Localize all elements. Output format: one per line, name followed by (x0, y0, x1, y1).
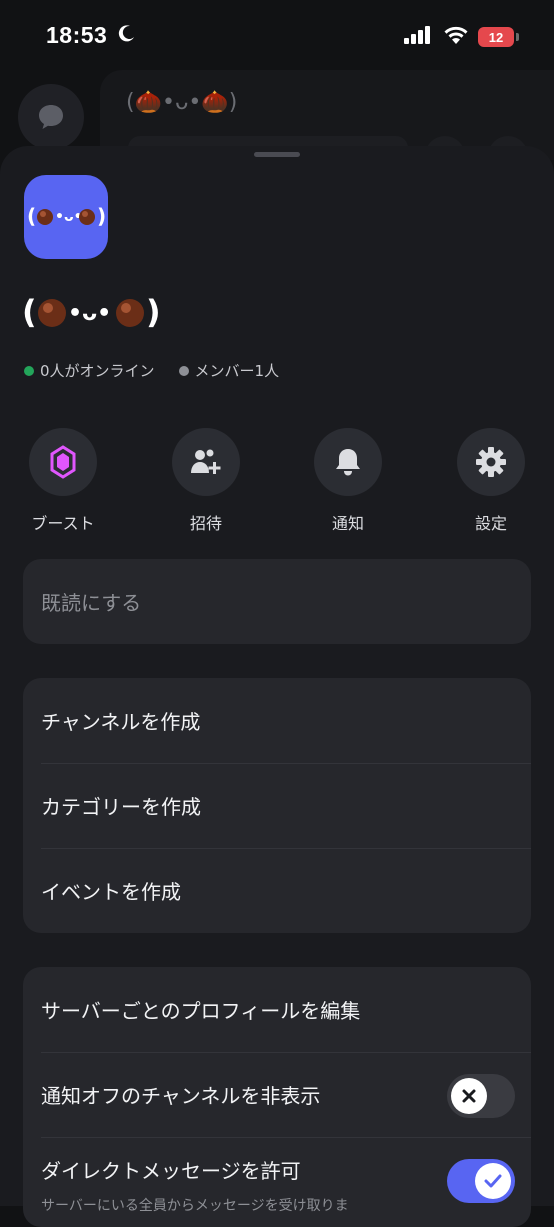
create-channel-item[interactable]: チャンネルを作成 (23, 678, 531, 763)
member-count: メンバー1人 (194, 362, 280, 380)
chat-bubble-icon (39, 105, 63, 129)
boost-circle[interactable] (29, 428, 97, 496)
allow-dm-label: ダイレクトメッセージを許可 (41, 1159, 301, 1183)
quick-actions: ブースト 招待 通知 設定 (0, 428, 554, 538)
online-count: 0人がオンライン (40, 362, 155, 380)
allow-dm-toggle[interactable] (447, 1159, 515, 1203)
moon-icon (118, 25, 134, 42)
server-avatar-logo: ( •ᴗ• ) (27, 204, 105, 228)
server-name: ( •ᴗ• ) (22, 293, 161, 331)
mark-read-card: 既読にする (23, 559, 531, 644)
create-menu-card: チャンネルを作成 カテゴリーを作成 イベントを作成 (23, 678, 531, 933)
svg-text:•ᴗ•: •ᴗ• (55, 209, 83, 225)
allow-dm-description: サーバーにいる全員からメッセージを受け取りま (41, 1198, 349, 1214)
battery-cap (516, 33, 519, 41)
battery-level: 12 (488, 29, 504, 45)
invite-icon (191, 449, 221, 474)
invite-label: 招待 (189, 514, 222, 533)
member-counts: 0人がオンライン メンバー1人 (24, 360, 279, 381)
toggle-knob (475, 1163, 511, 1199)
settings-label: 設定 (474, 514, 507, 533)
settings-circle[interactable] (457, 428, 525, 496)
online-dot (24, 365, 34, 376)
background-server-title: (🌰•ᴗ•🌰) (126, 90, 238, 115)
toggle-knob (451, 1078, 487, 1114)
boost-button[interactable]: ブースト (13, 428, 113, 534)
cellular-signal-icon (404, 26, 430, 44)
server-avatar: ( •ᴗ• ) (24, 175, 108, 259)
hide-muted-toggle[interactable] (447, 1074, 515, 1118)
svg-text:•ᴗ•: •ᴗ• (68, 301, 111, 326)
bell-icon (336, 449, 360, 476)
svg-text:): ) (97, 204, 105, 228)
dm-button (18, 84, 84, 150)
server-menu-sheet: ( •ᴗ• ) ( •ᴗ• ) 0人がオンライン メンバー1人 ブースト (0, 146, 554, 1227)
mark-read-button[interactable]: 既読にする (23, 559, 531, 644)
invite-circle[interactable] (172, 428, 240, 496)
members-dot (178, 365, 189, 376)
check-icon (484, 1174, 502, 1188)
create-event-item[interactable]: イベントを作成 (23, 848, 531, 933)
gear-icon (476, 447, 506, 477)
edit-server-profile-label: サーバーごとのプロフィールを編集 (41, 999, 361, 1023)
battery-indicator: 12 (478, 27, 514, 47)
hide-muted-channels-item[interactable]: 通知オフのチャンネルを非表示 (23, 1052, 531, 1137)
sheet-drag-handle[interactable] (254, 152, 300, 157)
boost-label: ブースト (31, 514, 95, 533)
status-time: 18:53 (46, 22, 108, 48)
allow-dm-item[interactable]: ダイレクトメッセージを許可 サーバーにいる全員からメッセージを受け取りま (23, 1137, 531, 1222)
settings-menu-card: サーバーごとのプロフィールを編集 通知オフのチャンネルを非表示 ダイレクトメッセ… (23, 967, 531, 1227)
invite-button[interactable]: 招待 (156, 428, 256, 534)
x-icon (462, 1089, 476, 1103)
create-category-item[interactable]: カテゴリーを作成 (23, 763, 531, 848)
svg-text:(: ( (22, 293, 37, 331)
wifi-icon (444, 26, 468, 44)
svg-text:): ) (146, 293, 161, 331)
hide-muted-channels-label: 通知オフのチャンネルを非表示 (41, 1084, 321, 1108)
status-bar: 18:53 12 (0, 0, 554, 70)
notifications-label: 通知 (331, 514, 364, 533)
edit-server-profile-item[interactable]: サーバーごとのプロフィールを編集 (23, 967, 531, 1052)
notifications-circle[interactable] (314, 428, 382, 496)
notifications-button[interactable]: 通知 (298, 428, 398, 534)
boost-icon (50, 445, 76, 479)
svg-text:(: ( (27, 204, 36, 228)
settings-button[interactable]: 設定 (441, 428, 541, 534)
